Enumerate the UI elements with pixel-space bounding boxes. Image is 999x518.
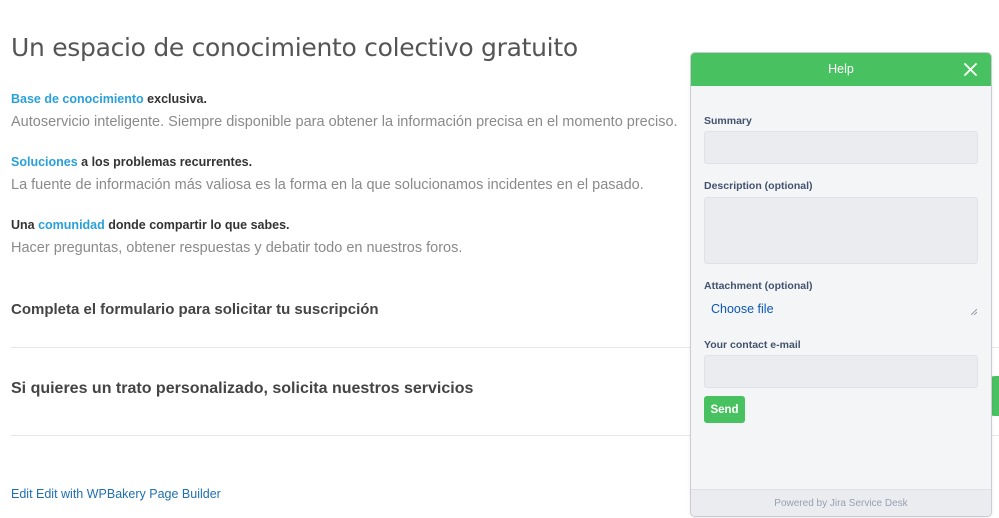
edit-page-builder-link[interactable]: Edit Edit with WPBakery Page Builder (11, 487, 221, 501)
feature-solutions-heading: Soluciones a los problemas recurrentes. (11, 155, 252, 169)
help-widget: Help Summary Description (optional) Atta… (690, 52, 992, 517)
solutions-link[interactable]: Soluciones (11, 155, 78, 169)
feature-community-description: Hacer preguntas, obtener respuestas y de… (11, 240, 463, 256)
send-button[interactable]: Send (704, 396, 745, 423)
feature-text: donde compartir lo que sabes. (104, 218, 290, 232)
email-input[interactable] (704, 355, 978, 388)
feature-text: a los problemas recurrentes. (77, 155, 253, 169)
summary-label: Summary (704, 115, 752, 127)
resize-grip-icon[interactable] (971, 309, 977, 315)
subscription-form-heading: Completa el formulario para solicitar tu… (11, 301, 379, 318)
feature-text: exclusiva. (143, 92, 207, 106)
community-link[interactable]: comunidad (38, 218, 105, 232)
attachment-label: Attachment (optional) (704, 280, 813, 292)
feature-knowledge-base-description: Autoservicio inteligente. Siempre dispon… (11, 114, 678, 130)
services-heading: Si quieres un trato personalizado, solic… (11, 380, 474, 397)
knowledge-base-link[interactable]: Base de conocimiento (11, 92, 144, 106)
summary-input[interactable] (704, 131, 978, 164)
email-label: Your contact e-mail (704, 339, 801, 351)
help-footer: Powered by Jira Service Desk (691, 489, 991, 516)
description-label: Description (optional) (704, 180, 813, 192)
choose-file-button[interactable]: Choose file (711, 302, 774, 316)
close-icon[interactable] (964, 63, 977, 76)
description-textarea[interactable] (704, 197, 978, 264)
feature-solutions-description: La fuente de información más valiosa es … (11, 177, 644, 193)
feature-prefix: Una (11, 218, 39, 232)
help-header: Help (691, 53, 991, 86)
feature-community-heading: Una comunidad donde compartir lo que sab… (11, 218, 290, 232)
page-title: Un espacio de conocimiento colectivo gra… (11, 33, 578, 62)
help-title: Help (828, 62, 854, 76)
feature-knowledge-base-heading: Base de conocimiento exclusiva. (11, 92, 207, 106)
